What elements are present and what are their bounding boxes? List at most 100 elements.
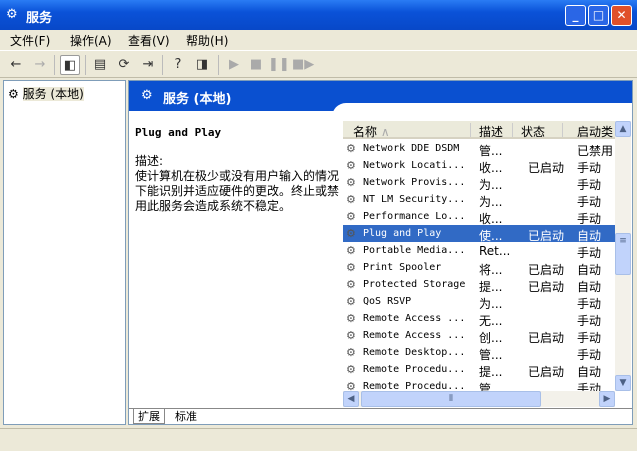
minimize-button[interactable]: _ [565, 5, 586, 26]
title-bar: ⚙ 服务 _ □ ✕ [0, 0, 637, 30]
service-startup: 手动 [577, 382, 602, 391]
scroll-up-icon[interactable]: ▲ [615, 121, 631, 137]
gear-icon: ⚙ [346, 159, 356, 172]
service-row[interactable]: ⚙ Remote Access ... 创... 已启动 手动 [343, 327, 615, 345]
service-name: Network Provis... [363, 177, 466, 188]
service-name: Portable Media... [363, 245, 466, 256]
service-row[interactable]: ⚙ Network Provis... 为... 手动 [343, 174, 615, 192]
gear-icon: ⚙ [346, 176, 356, 189]
export-list-icon[interactable]: ⇥ [138, 55, 158, 75]
tree-item-label: 服务 (本地) [22, 87, 84, 101]
forward-icon[interactable]: → [30, 55, 50, 75]
gear-icon: ⚙ [346, 329, 356, 342]
gear-icon: ⚙ [8, 87, 19, 101]
gear-icon: ⚙ [346, 363, 356, 376]
service-name: Remote Procedu... [363, 364, 466, 375]
service-desc: Ret... [479, 244, 511, 258]
service-row[interactable]: ⚙ Remote Access ... 无... 手动 [343, 310, 615, 328]
service-description: Plug and Play 描述: 使计算机在极少或没有用户输入的情况下能识别并… [135, 125, 341, 214]
tree-item-services-local[interactable]: ⚙ 服务 (本地) [8, 85, 84, 102]
banner-title: 服务 (本地) [163, 92, 232, 107]
toolbar: ← → ◧ ▤ ⟳ ⇥ ? ◨ ▶ ■ ❚❚ ■▶ [0, 50, 637, 78]
scroll-thumb[interactable]: ≡ [615, 233, 631, 275]
view-tabs: 扩展 标准 [129, 408, 632, 424]
service-name: QoS RSVP [363, 296, 412, 307]
close-button[interactable]: ✕ [611, 5, 632, 26]
console-tree: ⚙ 服务 (本地) [3, 80, 126, 425]
column-status[interactable]: 状态 [513, 123, 563, 139]
menu-view[interactable]: 查看(V) [128, 32, 170, 49]
maximize-button[interactable]: □ [588, 5, 609, 26]
menu-bar: 文件(F) 操作(A) 查看(V) 帮助(H) [0, 30, 637, 50]
pause-service-icon[interactable]: ❚❚ [268, 55, 290, 75]
scroll-down-icon[interactable]: ▼ [615, 375, 631, 391]
column-startup-type[interactable]: 启动类 [563, 123, 615, 139]
menu-action[interactable]: 操作(A) [70, 32, 112, 49]
hscroll-thumb[interactable]: ⦀ [361, 391, 541, 407]
start-service-icon[interactable]: ▶ [224, 55, 244, 75]
column-name[interactable]: 名称 ∧ [343, 123, 471, 139]
selected-service-name: Plug and Play [135, 126, 222, 139]
service-name: Protected Storage [363, 279, 466, 290]
service-row[interactable]: ⚙ Remote Desktop... 管... 手动 [343, 344, 615, 362]
vertical-scrollbar[interactable]: ▲ ≡ ▼ [615, 121, 631, 391]
gear-icon: ⚙ [346, 227, 356, 240]
service-name: Remote Access ... [363, 330, 466, 341]
menu-help[interactable]: 帮助(H) [186, 32, 228, 49]
column-description[interactable]: 描述 [471, 123, 513, 139]
list-header: 名称 ∧ 描述 状态 启动类 [343, 121, 615, 139]
restart-service-icon[interactable]: ■▶ [292, 55, 314, 75]
tab-extended[interactable]: 扩展 [133, 409, 165, 424]
properties-icon[interactable]: ▤ [90, 55, 110, 75]
service-name: Network Locati... [363, 160, 466, 171]
gear-icon: ⚙ [346, 278, 356, 291]
stop-service-icon[interactable]: ■ [246, 55, 266, 75]
gear-icon: ⚙ [346, 193, 356, 206]
service-name: Performance Lo... [363, 211, 466, 222]
show-action-pane-icon[interactable]: ◨ [192, 55, 212, 75]
service-name: Remote Desktop... [363, 347, 466, 358]
service-desc: 管... [479, 382, 503, 391]
service-row[interactable]: ⚙ Portable Media... Ret... 手动 [343, 242, 615, 260]
scroll-left-icon[interactable]: ◀ [343, 391, 359, 407]
services-list: 名称 ∧ 描述 状态 启动类 ⚙ Network DDE DSDM 管... 已… [343, 121, 615, 391]
description-text: 使计算机在极少或没有用户输入的情况下能识别并适应硬件的更改。终止或禁用此服务会造… [135, 169, 340, 213]
gear-icon: ⚙ [346, 312, 356, 325]
service-row[interactable]: ⚙ NT LM Security... 为... 手动 [343, 191, 615, 209]
service-row[interactable]: ⚙ Protected Storage 提... 已启动 自动 [343, 276, 615, 294]
scroll-right-icon[interactable]: ▶ [599, 391, 615, 407]
services-gear-icon: ⚙ [6, 7, 18, 22]
gear-icon: ⚙ [346, 210, 356, 223]
service-name: NT LM Security... [363, 194, 466, 205]
help-icon[interactable]: ? [168, 55, 188, 75]
window-title: 服务 [26, 11, 53, 26]
gear-icon: ⚙ [346, 295, 356, 308]
service-row[interactable]: ⚙ Remote Procedu... 管... 手动 [343, 378, 615, 391]
service-name: Network DDE DSDM [363, 143, 460, 154]
gear-icon: ⚙ [346, 142, 356, 155]
status-bar [0, 428, 637, 451]
horizontal-scrollbar[interactable]: ◀ ⦀ ▶ [343, 391, 615, 407]
service-row[interactable]: ⚙ Performance Lo... 收... 手动 [343, 208, 615, 226]
gear-icon: ⚙ [346, 346, 356, 359]
service-row[interactable]: ⚙ Network Locati... 收... 已启动 手动 [343, 157, 615, 175]
menu-file[interactable]: 文件(F) [10, 32, 50, 49]
service-row[interactable]: ⚙ Remote Procedu... 提... 已启动 自动 [343, 361, 615, 379]
service-row[interactable]: ⚙ Network DDE DSDM 管... 已禁用 [343, 140, 615, 158]
details-pane: ⚙ 服务 (本地) Plug and Play 描述: 使计算机在极少或没有用户… [128, 80, 633, 425]
service-row[interactable]: ⚙ Print Spooler 将... 已启动 自动 [343, 259, 615, 277]
gear-icon: ⚙ [346, 244, 356, 257]
gear-icon: ⚙ [346, 261, 356, 274]
back-icon[interactable]: ← [6, 55, 26, 75]
service-name: Remote Procedu... [363, 381, 466, 391]
service-name: Plug and Play [363, 228, 442, 239]
tab-standard[interactable]: 标准 [171, 409, 201, 424]
gear-icon: ⚙ [141, 88, 153, 103]
refresh-icon[interactable]: ⟳ [114, 55, 134, 75]
show-hide-tree-icon[interactable]: ◧ [60, 55, 80, 75]
description-label: 描述: [135, 154, 164, 168]
service-name: Remote Access ... [363, 313, 466, 324]
service-row[interactable]: ⚙ QoS RSVP 为... 手动 [343, 293, 615, 311]
gear-icon: ⚙ [346, 380, 356, 391]
service-row[interactable]: ⚙ Plug and Play 使... 已启动 自动 [343, 225, 615, 243]
